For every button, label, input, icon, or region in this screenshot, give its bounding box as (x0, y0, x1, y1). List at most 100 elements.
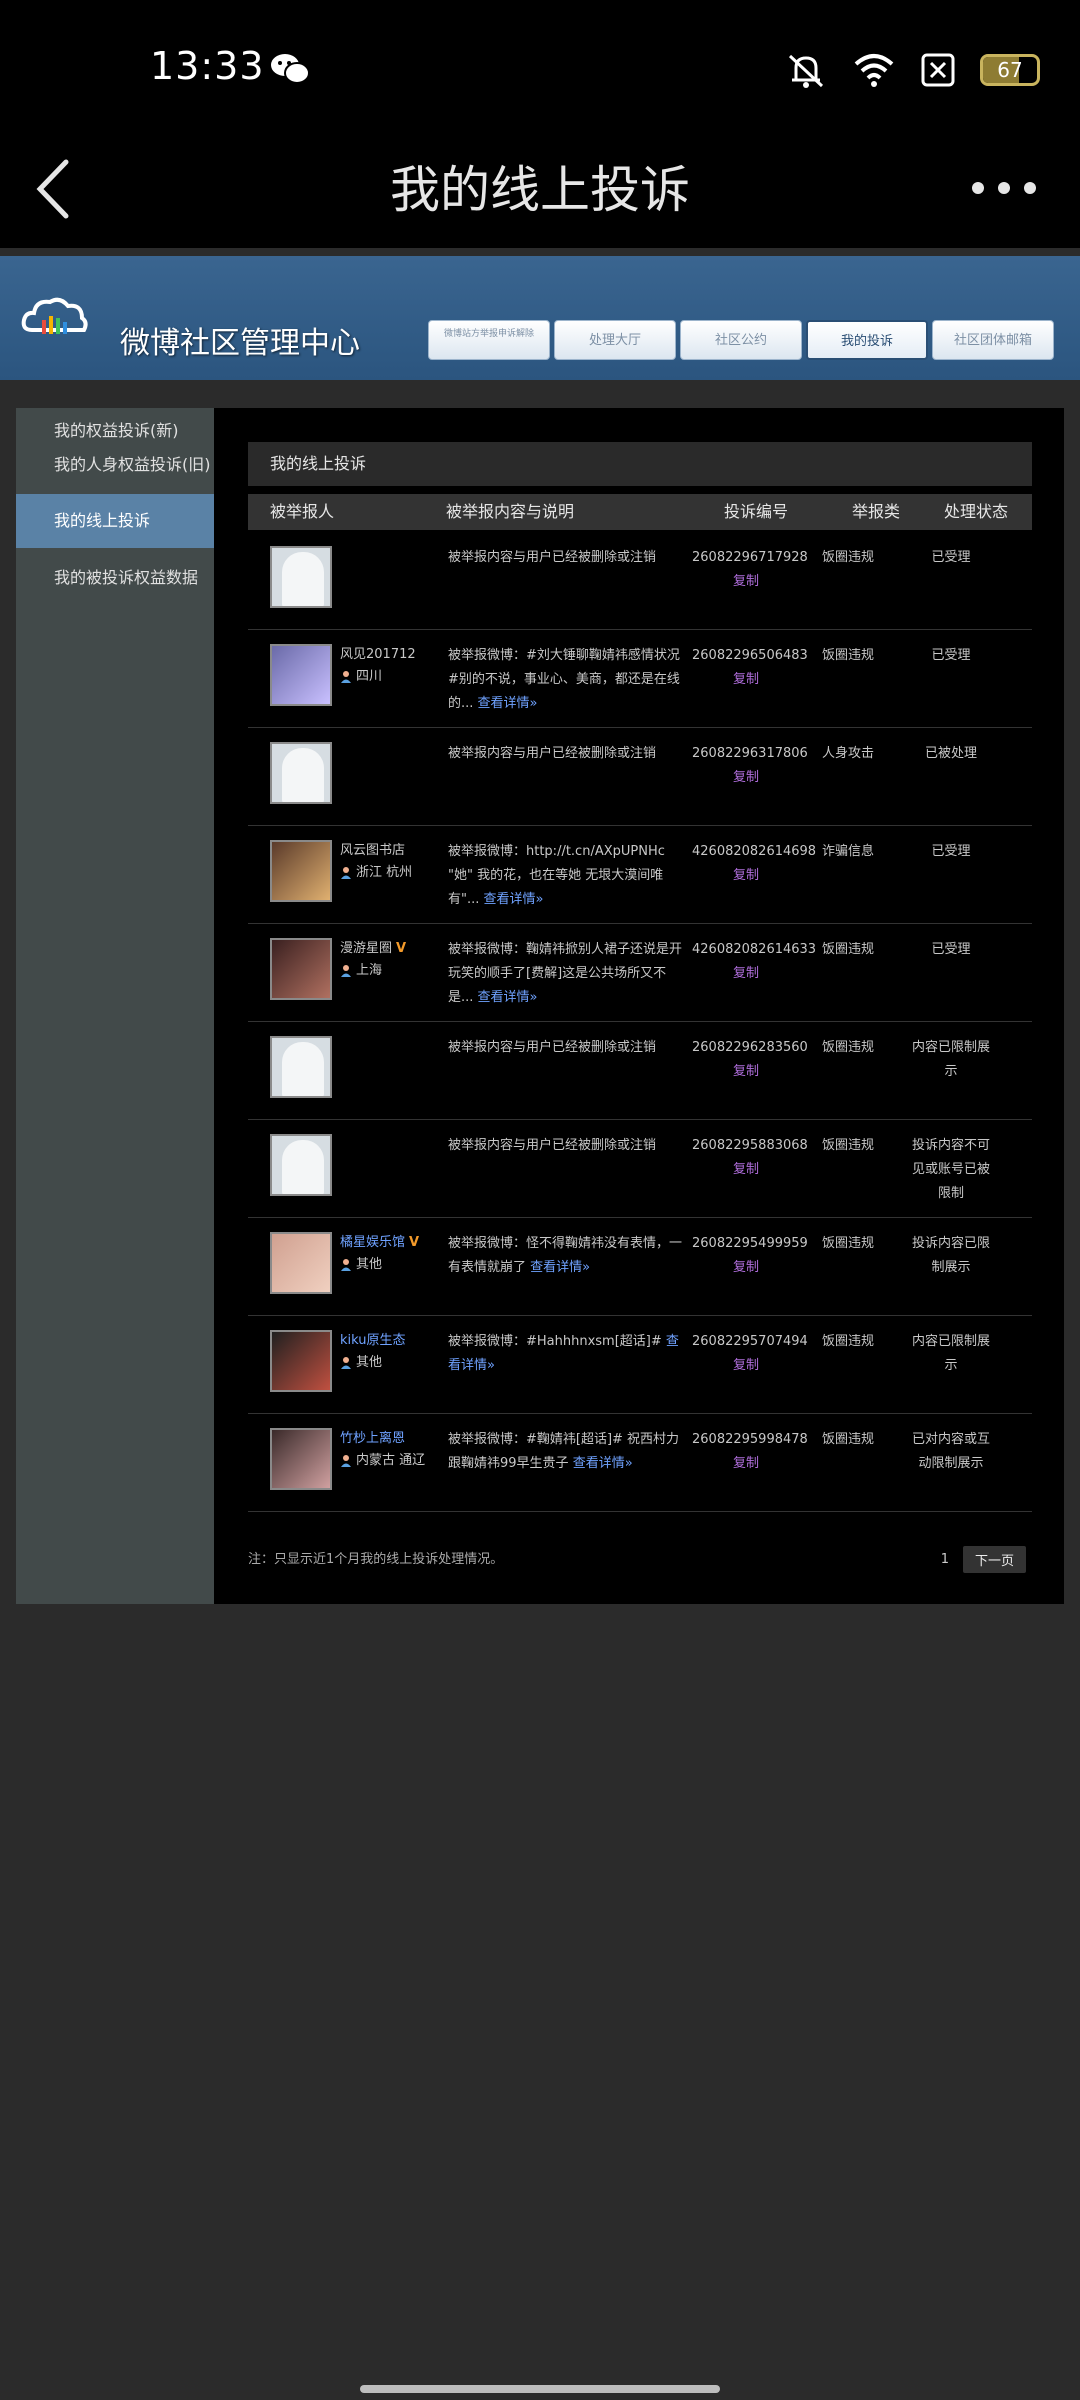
copy-button[interactable]: 复制 (692, 1354, 800, 1378)
complaint-status: 内容已限制展示 (911, 1334, 990, 1373)
person-icon (341, 867, 351, 879)
user-name[interactable]: 风云图书店 (340, 840, 440, 862)
view-detail-link[interactable]: 查看详情» (573, 1456, 633, 1471)
complaint-category: 饭圈违规 (821, 1334, 874, 1349)
copy-button[interactable]: 复制 (692, 1256, 800, 1280)
user-name[interactable]: 风见201712 (340, 644, 440, 666)
sidebar-item-complained-data[interactable]: 我的被投诉权益数据 (16, 554, 214, 602)
user-name[interactable]: 竹杪上离恩 (340, 1428, 440, 1450)
avatar[interactable] (270, 742, 332, 804)
section-title: 我的线上投诉 (248, 442, 1032, 486)
avatar[interactable] (270, 1330, 332, 1392)
avatar[interactable] (270, 546, 332, 608)
tab-group-mail[interactable]: 社区团体邮箱 (932, 320, 1054, 360)
user-location: 其他 (340, 1254, 440, 1276)
complaint-status: 已受理 (931, 648, 971, 663)
user-location: 内蒙古 通辽 (340, 1450, 440, 1472)
pagination: 1 下一页 (941, 1546, 1026, 1573)
more-icon[interactable] (968, 170, 1040, 206)
col-number: 投诉编号 (724, 502, 789, 521)
main-panel: 我的线上投诉 被举报人 被举报内容与说明 投诉编号 举报类 处理状态 被举报内容… (214, 408, 1064, 1604)
table-row: 漫游星圈 V 上海 被举报微博：鞠婧祎掀别人裙子还说是开玩笑的顺手了[费解]这是公共场… (248, 924, 1032, 1022)
avatar[interactable] (270, 1036, 332, 1098)
sidebar-item-personal-rights-old[interactable]: 我的人身权益投诉(旧) (16, 448, 214, 482)
col-content: 被举报内容与说明 (446, 502, 575, 521)
view-detail-link[interactable]: 查看详情» (478, 990, 538, 1005)
tab-appeal[interactable]: 微博站方举报申诉解除 (428, 320, 550, 360)
avatar[interactable] (270, 840, 332, 902)
site-header: 微博社区管理中心 微博站方举报申诉解除 处理大厅 社区公约 我的投诉 社区团体邮… (0, 256, 1080, 380)
complaint-content: 被举报内容与用户已经被删除或注销 (448, 1138, 657, 1153)
avatar[interactable] (270, 1428, 332, 1490)
complaint-content: 被举报微博：怪不得鞠婧祎没有表情，一有表情就崩了 查看详情» (448, 1236, 683, 1275)
complaint-category: 诈骗信息 (821, 844, 874, 859)
mute-bell-icon (788, 54, 824, 88)
user-name[interactable]: 橘星娱乐馆 V (340, 1232, 440, 1254)
no-sim-icon (921, 53, 955, 87)
table-row: 被举报内容与用户已经被删除或注销 26082295883068 复制 饭圈违规 投诉内容… (248, 1120, 1032, 1218)
copy-button[interactable]: 复制 (692, 766, 800, 790)
copy-button[interactable]: 复制 (692, 1060, 800, 1084)
sidebar-item-rights-new[interactable]: 我的权益投诉(新) (16, 414, 214, 448)
home-indicator[interactable] (360, 2385, 720, 2393)
person-icon (341, 965, 351, 977)
wifi-icon (854, 54, 894, 87)
complaint-category: 饭圈违规 (821, 1138, 874, 1153)
user-location: 上海 (340, 960, 440, 982)
person-icon (341, 1357, 351, 1369)
copy-button[interactable]: 复制 (692, 668, 800, 692)
avatar[interactable] (270, 1134, 332, 1196)
complaint-status: 已受理 (931, 844, 971, 859)
battery-level: 67 (997, 58, 1023, 82)
footer-note: 注：只显示近1个月我的线上投诉处理情况。 (248, 1552, 504, 1567)
user-name[interactable]: 漫游星圈 V (340, 938, 440, 960)
reported-user: 竹杪上离恩 内蒙古 通辽 (340, 1428, 440, 1472)
col-reported: 被举报人 (270, 502, 335, 521)
copy-button[interactable]: 复制 (692, 864, 800, 888)
copy-button[interactable]: 复制 (692, 1158, 800, 1182)
reported-user: kiku原生态 其他 (340, 1330, 440, 1374)
complaint-number: 426082082614698 复制 (692, 840, 816, 888)
tab-my-complaints[interactable]: 我的投诉 (806, 320, 928, 360)
complaint-status: 已受理 (931, 550, 971, 565)
complaint-content: 被举报内容与用户已经被删除或注销 (448, 550, 657, 565)
view-detail-link[interactable]: 查看详情» (484, 892, 544, 907)
complaint-content: 被举报内容与用户已经被删除或注销 (448, 1040, 657, 1055)
sidebar: 我的权益投诉(新) 我的人身权益投诉(旧) 我的线上投诉 我的被投诉权益数据 (16, 408, 214, 1604)
table-row: 橘星娱乐馆 V 其他 被举报微博：怪不得鞠婧祎没有表情，一有表情就崩了 查看详情» 26… (248, 1218, 1032, 1316)
status-bar: 13:33 67 (0, 0, 1080, 140)
copy-button[interactable]: 复制 (692, 1452, 800, 1476)
complaint-number: 26082296506483 复制 (692, 644, 808, 692)
sidebar-item-online-complaints[interactable]: 我的线上投诉 (16, 494, 214, 548)
user-location: 浙江 杭州 (340, 862, 440, 884)
view-detail-link[interactable]: 查看详情» (478, 696, 538, 711)
reported-user: 橘星娱乐馆 V 其他 (340, 1232, 440, 1276)
complaint-category: 饭圈违规 (821, 550, 874, 565)
complaint-number: 26082295883068 复制 (692, 1134, 808, 1182)
complaint-status: 已对内容或互动限制展示 (911, 1432, 990, 1471)
complaint-category: 人身攻击 (821, 746, 874, 761)
view-detail-link[interactable]: 查看详情» (530, 1260, 590, 1275)
copy-button[interactable]: 复制 (692, 570, 800, 594)
user-name[interactable]: kiku原生态 (340, 1330, 440, 1352)
avatar[interactable] (270, 644, 332, 706)
page-title: 我的线上投诉 (390, 161, 690, 219)
complaint-number: 26082295707494 复制 (692, 1330, 808, 1378)
tab-hall[interactable]: 处理大厅 (554, 320, 676, 360)
col-status: 处理状态 (944, 502, 1009, 521)
complaint-content: 被举报微博：#鞠婧祎[超话]# 祝西村力跟鞠婧祎99早生贵子 查看详情» (448, 1432, 680, 1471)
table-row: kiku原生态 其他 被举报微博：#Hahhhnxsm[超话]# 查看详情» 2608… (248, 1316, 1032, 1414)
next-page-button[interactable]: 下一页 (962, 1546, 1026, 1573)
copy-button[interactable]: 复制 (692, 962, 800, 986)
reported-user: 风见201712 四川 (340, 644, 440, 688)
page-number[interactable]: 1 (941, 1552, 949, 1567)
complaint-number: 26082296283560 复制 (692, 1036, 808, 1084)
avatar[interactable] (270, 938, 332, 1000)
tab-convention[interactable]: 社区公约 (680, 320, 802, 360)
verified-badge-icon: V (396, 941, 407, 956)
person-icon (341, 1259, 351, 1271)
user-location: 四川 (340, 666, 440, 688)
complaint-status: 已被处理 (924, 746, 977, 761)
avatar[interactable] (270, 1232, 332, 1294)
complaint-number: 26082295499959 复制 (692, 1232, 808, 1280)
